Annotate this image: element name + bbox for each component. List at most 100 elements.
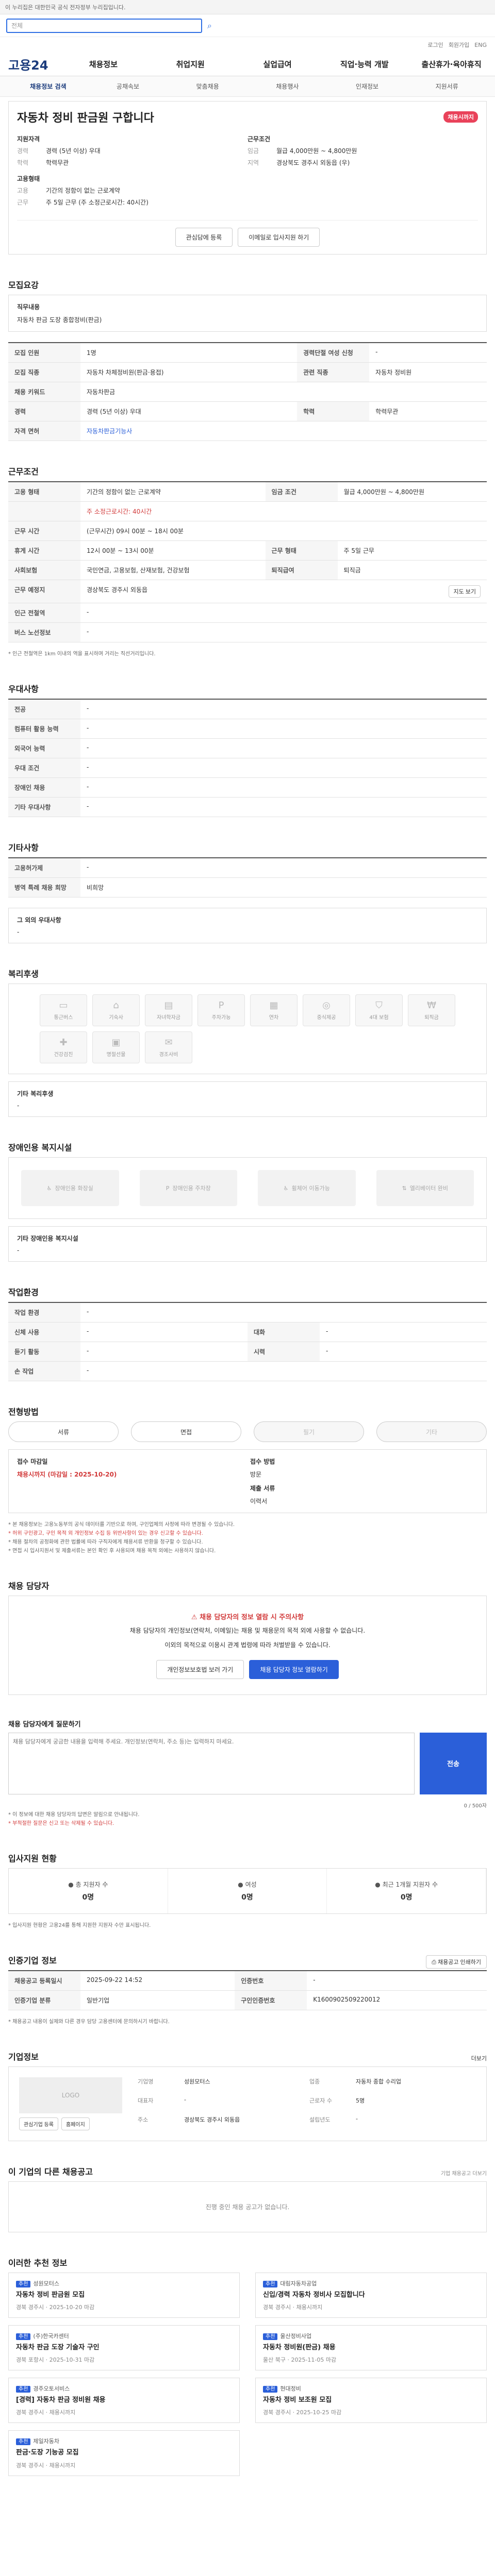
welfare-item: ▭ 통근버스 (40, 994, 87, 1026)
disability-title: 장애인용 복지시설 (8, 1143, 72, 1153)
job-desc-head: 직무내용 (17, 303, 40, 311)
job-summary: 자동차 정비 판금원 구합니다 채용시까지 지원자격 경력 경력 (5년 이상) … (8, 101, 487, 255)
subnav-item-custom[interactable]: 맞춤채용 (168, 82, 248, 91)
job-desc-box: 직무내용 자동차 판금 도장 종합정비(판금) (8, 295, 487, 332)
nav-item-support[interactable]: 취업지원 (147, 59, 234, 70)
recommend-section: 이러한 추천 정보 추천 성원모터스 자동차 정비 판금원 모집 경북 경주시 · 2… (8, 2256, 487, 2476)
subnav-item-news[interactable]: 공채속보 (88, 82, 168, 91)
step-interview: 면접 (131, 1421, 241, 1442)
welfare-item: ▣ 명절선물 (92, 1031, 140, 1063)
other-jobs-title: 이 기업의 다른 채용공고 (8, 2166, 93, 2177)
gift-icon: ▣ (111, 1037, 121, 1048)
preference-section: 우대사항 전공 - 컴퓨터 활용 능력 - 외국어 능력 - 우대 조건 - 장애인 채… (8, 682, 487, 817)
stat-female: ● 여성 0명 (168, 1868, 327, 1913)
job-title: 자동차 정비 판금원 구합니다 (17, 112, 154, 125)
recommend-title: 이러한 추천 정보 (8, 2258, 68, 2268)
process-notes: * 본 채용정보는 고용노동부의 공식 데이터를 기반으로 하며, 구인업체의 … (8, 1522, 235, 1554)
recommend-card[interactable]: 추천 (주)한국카센터 자동차 판금 도장 기술자 구인 경북 포항시 · 2025-… (8, 2325, 240, 2371)
others-box: 그 외의 우대사항 - (8, 908, 487, 943)
book-icon: ▤ (164, 1000, 173, 1011)
calendar-icon: ▦ (269, 1000, 278, 1011)
qual-exp: 경력 경력 (5년 이상) 우대 (17, 147, 101, 155)
company-logo-area: LOGO 관심기업 등록 홈페이지 (19, 2077, 122, 2130)
print-button[interactable]: ⎙ 채용공고 인쇄하기 (426, 1955, 487, 1969)
table-row: 인증기업 분류 일반기업 구인인증번호 K1600902509220012 (8, 1990, 487, 2010)
sub-nav: 채용정보 검색 공채속보 맞춤채용 채용행사 인재정보 지원서류 (0, 76, 495, 97)
send-button[interactable]: 전송 (420, 1732, 487, 1794)
inquiry-textarea[interactable] (8, 1732, 415, 1794)
disability-other-box: 기타 장애인용 복지시설 - (8, 1226, 487, 1262)
table-row: 사회보험 국민연금, 고용보험, 산재보험, 건강보험 퇴직급여 퇴직금 (8, 560, 487, 580)
welfare-item: ₩ 퇴직금 (408, 994, 455, 1026)
nav-item-leave[interactable]: 출산휴가·육아휴직 (408, 59, 495, 70)
envelope-icon: ✉ (164, 1037, 173, 1048)
register-head: 인증기업 정보 ⎙ 채용공고 인쇄하기 (8, 1954, 487, 1970)
view-contact-button[interactable]: 채용 담당자 정보 열람하기 (249, 1659, 339, 1679)
table-row: 버스 노선정보 - (8, 622, 487, 642)
subnav-item-event[interactable]: 채용행사 (248, 82, 327, 91)
female-icon: ● (238, 1880, 243, 1888)
cond-head: 근무조건 (248, 135, 271, 143)
register-notes: * 채용공고 내용이 실제와 다른 경우 담당 고용센터에 문의하시기 바랍니다… (8, 2019, 170, 2025)
cond-pay: 임금 월급 4,000만원 ~ 4,800만원 (248, 147, 357, 155)
register-table: 채용공고 등록일시 2025-09-22 14:52 인증번호 - 인증기업 분류 일반… (8, 1970, 487, 2010)
disability-section: 장애인용 복지시설 ♿ 장애인용 화장실 P 장애인용 주차장 ♿ 휠체어 이동가능 … (8, 1141, 487, 1262)
subnav-item-search[interactable]: 채용정보 검색 (8, 82, 88, 91)
qual-head: 지원자격 (17, 135, 40, 143)
table-row: 외국어 능력 - (8, 738, 487, 758)
company-more-link[interactable]: 더보기 (471, 2054, 487, 2062)
table-row: 주 소정근로시간: 40시간 (8, 501, 487, 521)
welfare-item: ▤ 자녀학자금 (145, 994, 192, 1026)
table-row: 고용허가제 - (8, 858, 487, 878)
work-time: 근무 주 5일 근무 (주 소정근로시간: 40시간) (17, 199, 148, 206)
util-login[interactable]: 로그인 (427, 41, 443, 49)
inquiry-title: 채용 담당자에게 질문하기 (8, 1720, 81, 1728)
privacy-law-button[interactable]: 개인정보보호법 보러 가기 (156, 1659, 244, 1679)
wheelchair-icon: ♿ (283, 1184, 289, 1192)
welfare-item: ⛉ 4대 보험 (355, 994, 403, 1026)
bookmark-button[interactable]: 관심담에 등록 (175, 228, 233, 247)
recommend-card[interactable]: 추천 제일자동차 판금·도장 기능공 모집 경북 경주시 · 채용시까지 (8, 2430, 240, 2476)
subnav-item-talent[interactable]: 인재정보 (327, 82, 407, 91)
search-input[interactable]: 전체 (6, 18, 202, 33)
company-info: 기업명 성원모터스 업종 자동차 종합 수리업 대표자 - 근로자 수 5명 주소 경상북도 … (138, 2078, 401, 2123)
util-join[interactable]: 회원가입 (449, 41, 469, 49)
print-icon: ⎙ (432, 1959, 436, 1965)
contact-warning: ⚠ 채용 담당자의 정보 열람 시 주의사항 (191, 1614, 304, 1621)
search-icon[interactable]: ⌕ (207, 21, 212, 31)
nav-item-benefit[interactable]: 실업급여 (234, 59, 321, 70)
map-button[interactable]: 지도 보기 (449, 585, 481, 598)
table-row: 장애인 채용 - (8, 777, 487, 798)
site-logo[interactable]: 고용24 (8, 55, 60, 73)
table-row: 인근 전철역 - (8, 603, 487, 623)
homepage-button[interactable]: 홈페이지 (61, 2117, 90, 2130)
main-nav: 고용24 채용정보 취업지원 실업급여 직업·능력 개발 출산휴가·육아휴직 (0, 53, 495, 76)
recommend-card[interactable]: 추천 성원모터스 자동차 정비 판금원 모집 경북 경주시 · 2025-10-20 … (8, 2272, 240, 2318)
preference-table: 전공 - 컴퓨터 활용 능력 - 외국어 능력 - 우대 조건 - 장애인 채용 - 기타… (8, 699, 487, 817)
qual-edu: 학력 학력무관 (17, 159, 69, 166)
recommend-card[interactable]: 추천 경주오토서비스 [경력] 자동차 판금 정비원 채용 경북 경주시 · 채용시까… (8, 2378, 240, 2424)
process-section: 전형방법 서류 면접 필기 기타 접수 마감일 채용시까지 (마감일 : 2025… (8, 1405, 487, 1555)
table-row: 컴퓨터 활용 능력 - (8, 719, 487, 739)
favorite-company-button[interactable]: 관심기업 등록 (19, 2117, 58, 2130)
person-icon: ● (68, 1880, 74, 1888)
company-title: 기업정보 (8, 2052, 39, 2062)
nav-item-training[interactable]: 직업·능력 개발 (321, 59, 408, 70)
process-info: 접수 마감일 채용시까지 (마감일 : 2025-10-20) 접수 방법 방문 제출… (8, 1449, 487, 1513)
recommend-card[interactable]: 추천 대림자동차공업 신입/경력 자동차 정비사 모집합니다 경북 경주시 · 채용시… (255, 2272, 487, 2318)
register-title: 인증기업 정보 (8, 1955, 57, 1965)
parking-icon: P (218, 1000, 224, 1011)
subnav-item-docs[interactable]: 지원서류 (407, 82, 487, 91)
other-jobs-more-link[interactable]: 기업 채용공고 더보기 (441, 2169, 487, 2177)
conditions-note: * 인근 전철역은 1km 이내의 역을 표시하며 거리는 직선거리입니다. (8, 651, 156, 657)
welfare-title: 복리후생 (8, 969, 39, 979)
nav-item-jobs[interactable]: 채용정보 (60, 59, 147, 70)
cond-loc: 지역 경상북도 경주시 외동읍 (우) (248, 159, 350, 166)
conditions-section: 근무조건 고용 형태 기간의 정함이 없는 근로계약 임금 조건 월급 4,000만원… (8, 465, 487, 658)
stat-total: ● 총 지원자 수 0명 (9, 1868, 168, 1913)
welfare-item: ▦ 연차 (250, 994, 298, 1026)
util-lang[interactable]: ENG (474, 42, 487, 48)
email-apply-button[interactable]: 이메일로 입사지원 하기 (238, 228, 320, 247)
recommend-card[interactable]: 추천 현대정비 자동차 정비 보조원 모집 경북 경주시 · 2025-10-25 마… (255, 2378, 487, 2424)
recommend-card[interactable]: 추천 울산정비사업 자동차 정비원(판금) 채용 울산 북구 · 2025-11-05… (255, 2325, 487, 2371)
